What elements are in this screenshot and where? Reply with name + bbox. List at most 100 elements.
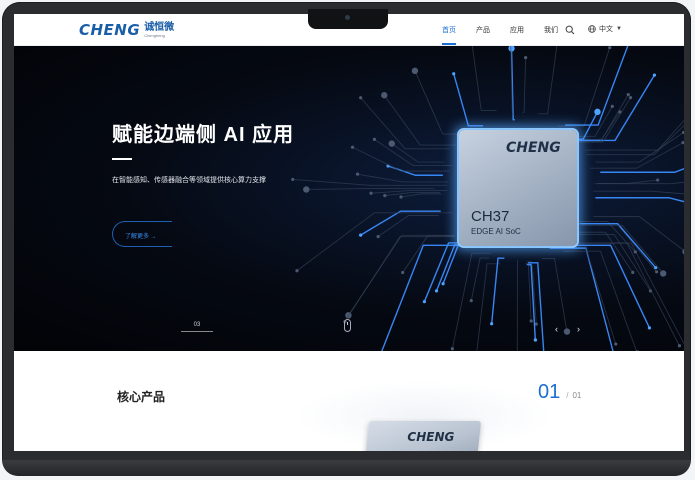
globe-icon xyxy=(588,25,596,33)
counter-separator: / xyxy=(566,391,569,400)
circuit-node xyxy=(291,177,295,182)
circuit-node xyxy=(529,319,533,323)
circuit-trace xyxy=(374,138,452,166)
circuit-node xyxy=(626,93,630,97)
circuit-node xyxy=(633,250,637,254)
circuit-trace xyxy=(344,236,455,322)
hero-divider xyxy=(112,158,132,160)
circuit-trace xyxy=(296,212,452,272)
language-selector[interactable]: 中文 ▼ xyxy=(588,24,622,34)
prev-arrow-icon[interactable]: ‹ xyxy=(555,324,558,334)
circuit-node xyxy=(450,347,454,351)
circuit-trace xyxy=(574,242,680,346)
circuit-node xyxy=(372,137,377,141)
circuit-trace xyxy=(471,45,497,111)
circuit-trace xyxy=(352,146,450,172)
circuit-node xyxy=(434,289,439,293)
circuit-node xyxy=(508,45,515,52)
circuit-trace xyxy=(553,244,617,345)
search-icon[interactable] xyxy=(565,25,575,35)
circuit-trace xyxy=(360,210,441,236)
circuit-node xyxy=(355,172,360,176)
circuit-node xyxy=(490,322,494,326)
circuit-node xyxy=(376,234,380,239)
chip-logo: CHENG xyxy=(506,140,561,156)
learn-more-label: 了解更多 → xyxy=(125,234,157,240)
circuit-trace xyxy=(381,244,474,351)
nav-item-products[interactable]: 产品 xyxy=(476,14,490,45)
laptop-frame: CHENG 诚恒微 Chengheng 首页 产品 应用 我们 中文 ▼ 赋能边… xyxy=(2,2,691,476)
circuit-trace xyxy=(579,111,621,143)
browser-screen: CHENG 诚恒微 Chengheng 首页 产品 应用 我们 中文 ▼ 赋能边… xyxy=(14,14,684,451)
circuit-node xyxy=(399,195,403,199)
circuit-node xyxy=(655,270,659,274)
circuit-node xyxy=(381,92,388,99)
section-title: 核心产品 xyxy=(117,390,166,404)
product-chip-image[interactable]: CHENG xyxy=(364,421,482,451)
circuit-node xyxy=(656,178,660,182)
circuit-trace xyxy=(595,197,684,203)
circuit-trace xyxy=(423,242,473,302)
language-label: 中文 xyxy=(599,26,613,33)
circuit-trace xyxy=(400,193,442,198)
circuit-node xyxy=(388,140,395,147)
circuit-node xyxy=(677,344,682,348)
scroll-mouse-icon[interactable] xyxy=(344,319,351,332)
circuit-trace xyxy=(593,190,684,195)
circuit-node xyxy=(608,46,612,50)
circuit-trace xyxy=(549,247,614,351)
chevron-down-icon: ▼ xyxy=(616,26,622,32)
circuit-node xyxy=(594,108,601,116)
circuit-trace xyxy=(597,179,658,184)
counter-total: 01 xyxy=(572,391,582,400)
camera-icon xyxy=(345,15,350,20)
circuit-node xyxy=(359,96,363,100)
core-products-section: 核心产品 01 / 01 CHENG xyxy=(14,351,684,451)
circuit-node xyxy=(441,282,445,286)
hero-subtitle: 在智能感知、传感器融合等领域提供核心算力支撑 xyxy=(112,177,266,184)
circuit-node xyxy=(369,191,373,195)
circuit-node xyxy=(401,270,405,275)
circuit-trace xyxy=(586,124,684,156)
logo-mark: CHENG xyxy=(79,21,141,39)
circuit-node xyxy=(383,194,387,198)
circuit-trace xyxy=(490,257,505,324)
slide-indicator[interactable]: 03 xyxy=(181,322,213,332)
circuit-trace xyxy=(526,263,537,340)
camera-notch xyxy=(308,9,388,29)
nav-item-home[interactable]: 首页 xyxy=(442,14,456,45)
hero-banner: 赋能边端侧 AI 应用 在智能感知、传感器融合等领域提供核心算力支撑 了解更多 … xyxy=(14,45,684,351)
circuit-node xyxy=(350,145,355,149)
next-arrow-icon[interactable]: › xyxy=(577,324,580,334)
circuit-node xyxy=(295,269,299,273)
circuit-trace xyxy=(589,142,684,169)
logo-cn: 诚恒微 xyxy=(144,21,175,33)
nav-item-about[interactable]: 我们 xyxy=(544,14,558,45)
circuit-trace xyxy=(542,257,568,332)
learn-more-button[interactable]: 了解更多 → xyxy=(112,221,172,247)
circuit-trace xyxy=(470,257,489,301)
circuit-node xyxy=(469,299,473,303)
nav-item-applications[interactable]: 应用 xyxy=(510,14,524,45)
product-chip-logo: CHENG xyxy=(407,430,455,444)
circuit-trace xyxy=(453,73,484,127)
circuit-node xyxy=(411,67,419,75)
circuit-trace xyxy=(391,143,445,163)
circuit-node xyxy=(631,270,635,274)
circuit-trace xyxy=(306,188,435,190)
circuit-node xyxy=(533,338,537,342)
site-logo[interactable]: CHENG 诚恒微 Chengheng xyxy=(79,21,174,39)
hero-title: 赋能边端侧 AI 应用 xyxy=(112,124,295,146)
circuit-trace xyxy=(579,221,636,253)
chip-line: EDGE AI SoC xyxy=(471,227,521,236)
logo-en: Chengheng xyxy=(144,32,165,38)
circuit-board-graphic xyxy=(291,45,684,351)
chip-model: CH37 xyxy=(471,208,510,225)
circuit-trace xyxy=(571,244,651,329)
circuit-node xyxy=(647,326,652,330)
circuit-node xyxy=(452,72,456,76)
logo-text: 诚恒微 Chengheng xyxy=(144,21,175,38)
chip-image: CHENG CH37 EDGE AI SoC xyxy=(459,130,577,246)
circuit-node xyxy=(652,73,657,77)
main-nav: 首页 产品 应用 我们 xyxy=(442,14,578,45)
